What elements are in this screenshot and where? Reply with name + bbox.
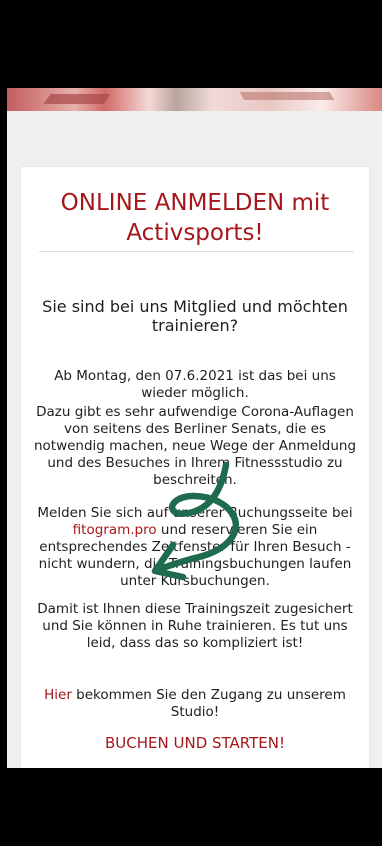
sports-banner-image [7, 88, 382, 111]
booking-info-text-start: Melden Sie sich auf unserer Buchungsseit… [37, 505, 353, 521]
access-text: bekommen Sie den Zugang zu unserem Studi… [71, 687, 346, 720]
content-card: ONLINE ANMELDEN mit Activsports! Sie sin… [21, 167, 369, 768]
paragraph-apology: Damit ist Ihnen diese Trainingszeit zuge… [37, 601, 353, 651]
book-and-start-button[interactable]: BUCHEN UND STARTEN! [21, 734, 369, 752]
page-title: ONLINE ANMELDEN mit Activsports! [60, 190, 330, 246]
paragraph-corona-rules: Dazu gibt es sehr aufwendige Corona-Aufl… [33, 404, 357, 488]
paragraph-access: Hier bekommen Sie den Zugang zu unserem … [30, 687, 360, 721]
paragraph-booking-info: Melden Sie sich auf unserer Buchungsseit… [30, 505, 360, 590]
divider [39, 251, 354, 252]
browser-viewport: ONLINE ANMELDEN mit Activsports! Sie sin… [7, 88, 382, 768]
subheading: Sie sind bei uns Mitglied und möchten tr… [42, 297, 348, 335]
access-link[interactable]: Hier [44, 687, 72, 703]
fitogram-link[interactable]: fitogram.pro [73, 522, 157, 538]
paragraph-opening-date: Ab Montag, den 07.6.2021 ist das bei uns… [54, 368, 336, 401]
